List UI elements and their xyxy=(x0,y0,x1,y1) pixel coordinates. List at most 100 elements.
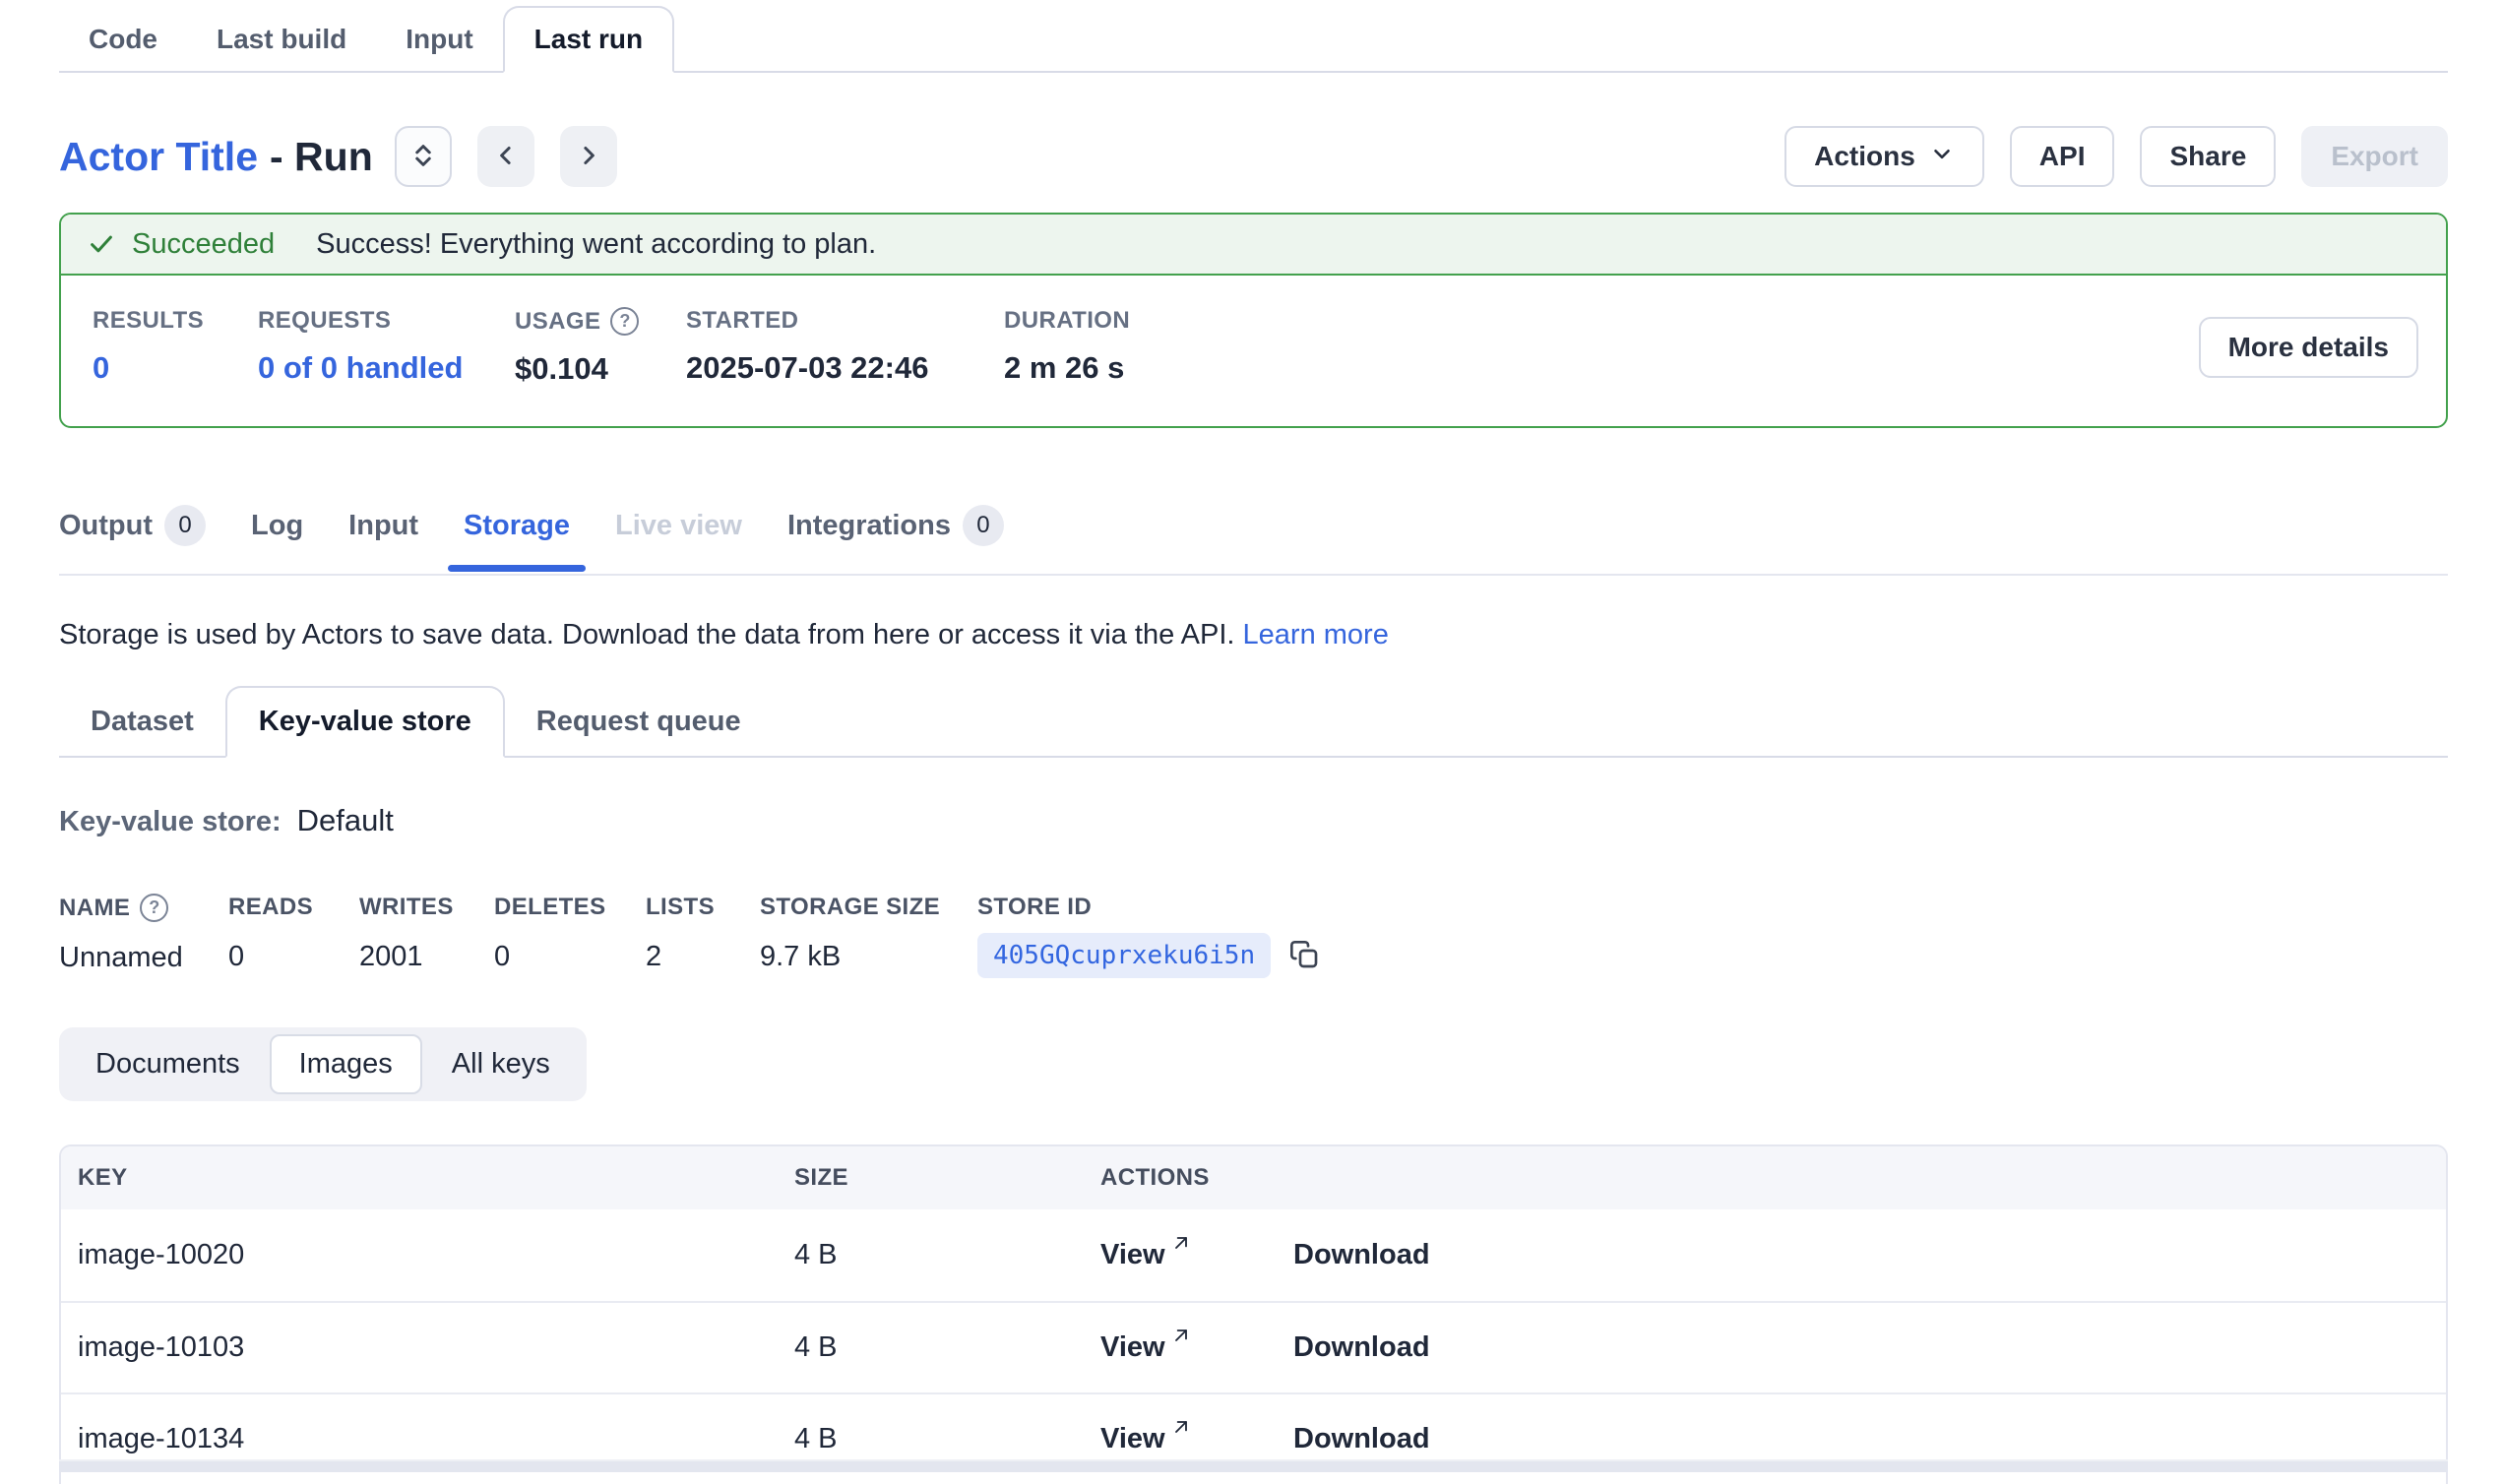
tab-key-value-store[interactable]: Key-value store xyxy=(225,686,505,758)
kv-header-writes: WRITES xyxy=(359,894,494,921)
stat-requests: REQUESTS 0 of 0 handled xyxy=(258,307,515,386)
storage-description: Storage is used by Actors to save data. … xyxy=(59,619,2448,651)
stat-results: RESULTS 0 xyxy=(93,307,258,386)
actor-run-page: Code Last build Input Last run Actor Tit… xyxy=(0,0,2504,1472)
arrow-up-right-icon xyxy=(1171,1326,1191,1345)
stat-requests-label: REQUESTS xyxy=(258,307,515,335)
filter-all-keys[interactable]: All keys xyxy=(422,1034,580,1094)
kv-store-line: Key-value store: Default xyxy=(59,803,2448,838)
kv-col-lists: LISTS 2 xyxy=(646,894,760,973)
stat-duration: DURATION 2 m 26 s xyxy=(1004,307,1130,386)
next-run-button[interactable] xyxy=(560,126,617,187)
row-key: image-10020 xyxy=(61,1239,794,1271)
stat-results-value[interactable]: 0 xyxy=(93,350,258,386)
kv-header-store-id: STORE ID xyxy=(977,894,1320,921)
filter-images[interactable]: Images xyxy=(270,1034,422,1094)
tab-integrations-badge: 0 xyxy=(963,505,1004,546)
api-button[interactable]: API xyxy=(2010,126,2115,187)
tab-code[interactable]: Code xyxy=(59,8,187,71)
tab-last-build[interactable]: Last build xyxy=(187,8,376,71)
view-link[interactable]: View xyxy=(1100,1331,1165,1364)
run-status-card: Succeeded Success! Everything went accor… xyxy=(59,213,2448,428)
row-size: 4 B xyxy=(794,1331,1087,1364)
kv-col-storage-size: STORAGE SIZE 9.7 kB xyxy=(760,894,977,973)
tab-output[interactable]: Output 0 xyxy=(59,505,206,574)
next-row-peek-strip xyxy=(59,1459,2448,1472)
column-header-key: KEY xyxy=(61,1164,794,1192)
previous-run-button[interactable] xyxy=(477,126,534,187)
run-selector-button[interactable] xyxy=(395,126,452,187)
storage-description-text: Storage is used by Actors to save data. … xyxy=(59,619,1234,650)
actor-tabs: Code Last build Input Last run xyxy=(59,10,2448,73)
download-link[interactable]: Download xyxy=(1293,1239,1430,1271)
kv-col-name: NAME? Unnamed xyxy=(59,894,228,974)
tab-storage[interactable]: Storage xyxy=(464,510,570,570)
actor-title-link[interactable]: Actor Title xyxy=(59,134,258,179)
copy-button[interactable] xyxy=(1288,939,1320,973)
kv-value-lists: 2 xyxy=(646,941,760,973)
download-link[interactable]: Download xyxy=(1293,1331,1430,1364)
row-actions: View Download xyxy=(1087,1423,2446,1455)
kv-header-storage-size: STORAGE SIZE xyxy=(760,894,977,921)
kv-value-deletes: 0 xyxy=(494,941,646,973)
row-size: 4 B xyxy=(794,1423,1087,1455)
export-button[interactable]: Export xyxy=(2301,126,2448,187)
check-icon xyxy=(87,229,116,259)
tab-dataset[interactable]: Dataset xyxy=(59,688,225,756)
tab-live-view: Live view xyxy=(615,510,742,570)
kv-value-reads: 0 xyxy=(228,941,359,973)
keys-table: KEY SIZE ACTIONS image-10020 4 B View Do… xyxy=(59,1144,2448,1484)
actions-button[interactable]: Actions xyxy=(1784,126,1984,187)
kv-store-stats: NAME? Unnamed READS 0 WRITES 2001 DELETE… xyxy=(59,894,2448,978)
run-status-message: Success! Everything went according to pl… xyxy=(316,228,876,261)
view-link-wrap: View xyxy=(1100,1239,1293,1271)
row-size: 4 B xyxy=(794,1239,1087,1271)
row-actions: View Download xyxy=(1087,1331,2446,1364)
view-link[interactable]: View xyxy=(1100,1239,1165,1271)
stat-usage-label-text: USAGE xyxy=(515,308,600,336)
store-id-chip[interactable]: 405GQcuprxeku6i5n xyxy=(977,933,1271,978)
stat-started-label: STARTED xyxy=(686,307,1004,335)
filter-documents[interactable]: Documents xyxy=(66,1034,270,1094)
table-row: image-10020 4 B View Download xyxy=(61,1209,2446,1301)
tab-request-queue[interactable]: Request queue xyxy=(505,688,773,756)
kv-header-name-text: NAME xyxy=(59,895,130,922)
help-icon[interactable]: ? xyxy=(140,894,168,922)
tab-last-run[interactable]: Last run xyxy=(503,6,674,73)
stat-usage-value: $0.104 xyxy=(515,351,686,387)
row-actions: View Download xyxy=(1087,1239,2446,1271)
storage-type-tabs: Dataset Key-value store Request queue xyxy=(59,689,2448,758)
download-link[interactable]: Download xyxy=(1293,1423,1430,1455)
kv-store-label: Key-value store: xyxy=(59,806,282,838)
view-link[interactable]: View xyxy=(1100,1423,1165,1455)
stat-requests-value[interactable]: 0 of 0 handled xyxy=(258,350,515,386)
tab-output-label: Output xyxy=(59,510,153,542)
stat-started-value: 2025-07-03 22:46 xyxy=(686,350,1004,386)
learn-more-link[interactable]: Learn more xyxy=(1243,619,1389,650)
kv-value-storage-size: 9.7 kB xyxy=(760,941,977,973)
arrow-up-right-icon xyxy=(1171,1233,1191,1253)
stat-usage-label: USAGE? xyxy=(515,307,686,336)
kv-header-reads: READS xyxy=(228,894,359,921)
tab-integrations[interactable]: Integrations 0 xyxy=(787,505,1004,574)
tab-output-badge: 0 xyxy=(164,505,206,546)
run-status-text: Succeeded xyxy=(132,228,275,261)
tab-input[interactable]: Input xyxy=(376,8,502,71)
view-link-wrap: View xyxy=(1100,1331,1293,1364)
row-key: image-10134 xyxy=(61,1423,794,1455)
tab-log[interactable]: Log xyxy=(251,510,303,570)
tab-integrations-label: Integrations xyxy=(787,510,951,542)
copy-icon xyxy=(1288,939,1320,973)
stat-started: STARTED 2025-07-03 22:46 xyxy=(686,307,1004,386)
keys-table-header: KEY SIZE ACTIONS xyxy=(61,1146,2446,1209)
up-down-chevrons-icon xyxy=(408,141,438,173)
share-button[interactable]: Share xyxy=(2140,126,2276,187)
more-details-button[interactable]: More details xyxy=(2199,317,2418,378)
more-details-wrap: More details xyxy=(2199,317,2418,378)
stat-duration-value: 2 m 26 s xyxy=(1004,350,1130,386)
kv-value-writes: 2001 xyxy=(359,941,494,973)
help-icon[interactable]: ? xyxy=(610,307,639,336)
stat-duration-label: DURATION xyxy=(1004,307,1130,335)
tab-run-input[interactable]: Input xyxy=(348,510,418,570)
kv-header-deletes: DELETES xyxy=(494,894,646,921)
